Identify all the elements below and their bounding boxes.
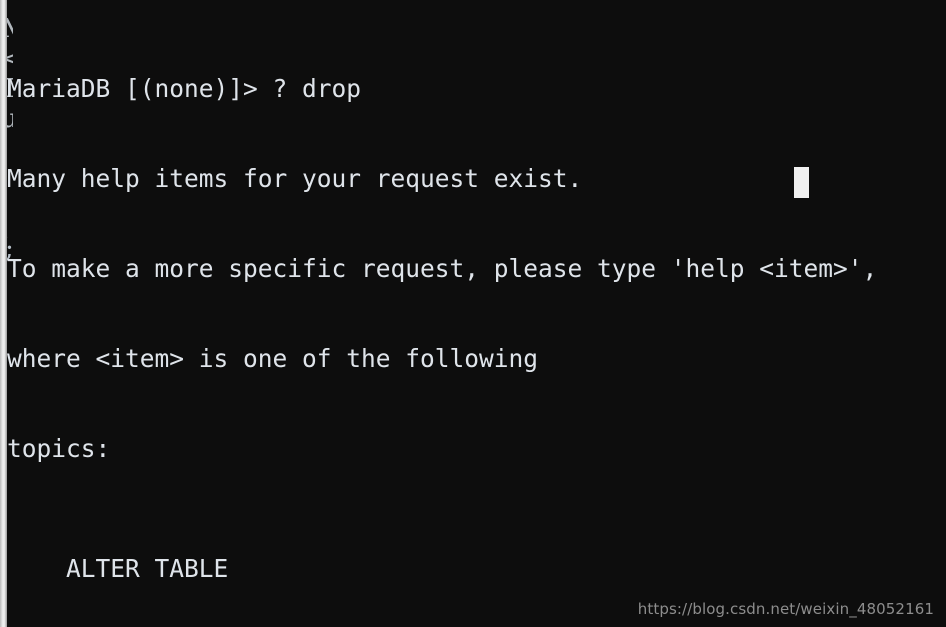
terminal-screenshot: M < T u ; ; MariaDB [(none)]> ? drop Man… [0, 0, 946, 627]
terminal-text-block: MariaDB [(none)]> ? drop Many help items… [7, 14, 946, 627]
output-line-3: topics: [7, 434, 111, 463]
output-line-1: To make a more specific request, please … [7, 254, 878, 283]
watermark-url: https://blog.csdn.net/weixin_48052161 [637, 600, 934, 618]
terminal-output-area[interactable]: M < T u ; ; MariaDB [(none)]> ? drop Man… [7, 0, 946, 627]
window-left-edge-scrollbar[interactable] [0, 0, 7, 627]
text-cursor-block [794, 167, 809, 198]
prompt-line: MariaDB [(none)]> ? drop [7, 74, 362, 103]
output-line-2: where <item> is one of the following [7, 344, 539, 373]
topic-item: ALTER TABLE [7, 554, 229, 583]
